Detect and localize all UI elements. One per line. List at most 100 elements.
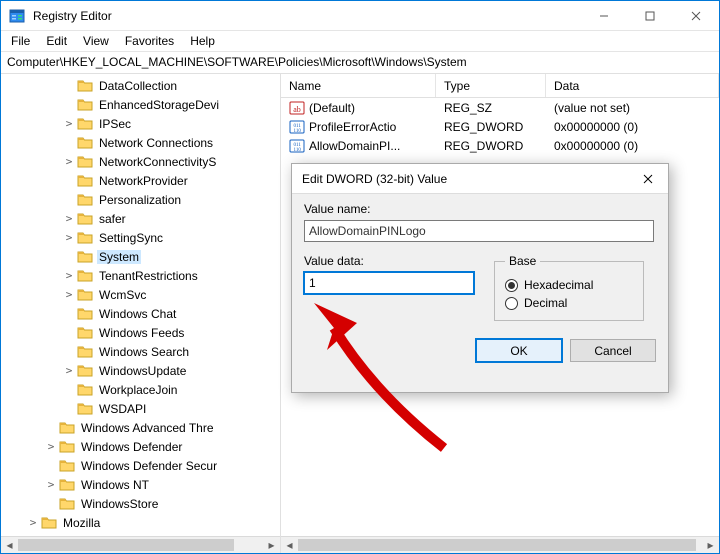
tree-node[interactable]: Network Connections [1, 133, 280, 152]
scroll-thumb[interactable] [298, 539, 696, 551]
value-row[interactable]: 011110ProfileErrorActioREG_DWORD0x000000… [281, 117, 719, 136]
tree-node-label: NetworkConnectivityS [97, 155, 218, 169]
tree-node[interactable]: WorkplaceJoin [1, 380, 280, 399]
scroll-left-button[interactable]: ◂ [1, 537, 18, 554]
dword-value-icon: 011110 [289, 138, 305, 154]
tree-node-label: Mozilla [61, 516, 102, 530]
ok-button[interactable]: OK [476, 339, 562, 362]
tree-node[interactable]: Windows Advanced Thre [1, 418, 280, 437]
value-name: ProfileErrorActio [309, 120, 396, 134]
menu-view[interactable]: View [75, 32, 117, 50]
tree-twisty-icon[interactable]: > [61, 288, 77, 301]
address-bar[interactable]: Computer\HKEY_LOCAL_MACHINE\SOFTWARE\Pol… [1, 52, 719, 74]
tree-twisty-icon[interactable]: > [43, 440, 59, 453]
tree-node[interactable]: EnhancedStorageDevi [1, 95, 280, 114]
dialog-title: Edit DWORD (32-bit) Value [302, 172, 628, 186]
folder-icon [77, 173, 93, 189]
tree-twisty-icon[interactable]: > [61, 155, 77, 168]
col-name[interactable]: Name [281, 74, 436, 97]
scroll-right-button[interactable]: ▸ [263, 537, 280, 554]
tree-node[interactable]: > safer [1, 209, 280, 228]
scroll-right-button[interactable]: ▸ [702, 537, 719, 554]
registry-tree[interactable]: DataCollectionEnhancedStorageDevi>IPSecN… [1, 76, 280, 553]
tree-node[interactable]: Personalization [1, 190, 280, 209]
dialog-titlebar[interactable]: Edit DWORD (32-bit) Value [292, 164, 668, 194]
tree-twisty-icon[interactable]: > [43, 478, 59, 491]
tree-node[interactable]: Windows Defender Secur [1, 456, 280, 475]
tree-node[interactable]: >Windows NT [1, 475, 280, 494]
tree-node[interactable]: WSDAPI [1, 399, 280, 418]
tree-node[interactable]: >WindowsUpdate [1, 361, 280, 380]
radio-icon [505, 279, 518, 292]
folder-icon [77, 154, 93, 170]
value-data: (value not set) [550, 101, 719, 115]
radio-decimal[interactable]: Decimal [505, 296, 633, 310]
menu-file[interactable]: File [3, 32, 38, 50]
tree-node[interactable]: > Mozilla [1, 513, 280, 532]
minimize-button[interactable] [581, 1, 627, 31]
tree-node-label: EnhancedStorageDevi [97, 98, 221, 112]
tree-twisty-icon[interactable]: > [61, 117, 77, 130]
list-header: Name Type Data [281, 74, 719, 98]
value-row[interactable]: 011110AllowDomainPI...REG_DWORD0x0000000… [281, 136, 719, 155]
value-name: (Default) [309, 101, 355, 115]
tree-node[interactable]: DataCollection [1, 76, 280, 95]
tree-twisty-icon[interactable]: > [61, 231, 77, 244]
tree-twisty-icon[interactable]: > [61, 212, 77, 225]
folder-icon [77, 249, 93, 265]
tree-node[interactable]: System [1, 247, 280, 266]
tree-node[interactable]: >WcmSvc [1, 285, 280, 304]
tree-node[interactable]: NetworkProvider [1, 171, 280, 190]
tree-node[interactable]: > NetworkConnectivityS [1, 152, 280, 171]
folder-icon [59, 496, 75, 512]
tree-node-label: safer [97, 212, 128, 226]
dialog-close-button[interactable] [628, 164, 668, 194]
tree-node[interactable]: Windows Chat [1, 304, 280, 323]
base-legend: Base [505, 254, 540, 268]
menu-help[interactable]: Help [182, 32, 223, 50]
radio-hex[interactable]: Hexadecimal [505, 278, 633, 292]
value-list[interactable]: ab(Default)REG_SZ(value not set) 011110 Pr… [281, 98, 719, 155]
tree-node[interactable]: > SettingSync [1, 228, 280, 247]
tree-node[interactable]: Windows Feeds [1, 323, 280, 342]
scroll-track[interactable] [18, 537, 263, 553]
value-name: AllowDomainPI... [309, 139, 400, 153]
cancel-button[interactable]: Cancel [570, 339, 656, 362]
scroll-left-button[interactable]: ◂ [281, 537, 298, 554]
edit-dword-dialog: Edit DWORD (32-bit) Value Value name: Va… [291, 163, 669, 393]
scroll-thumb[interactable] [18, 539, 234, 551]
tree-node[interactable]: > Windows Defender [1, 437, 280, 456]
tree-pane[interactable]: DataCollectionEnhancedStorageDevi>IPSecN… [1, 74, 281, 553]
menu-favorites[interactable]: Favorites [117, 32, 182, 50]
tree-node[interactable]: >TenantRestrictions [1, 266, 280, 285]
folder-icon [77, 382, 93, 398]
list-hscroll[interactable]: ◂ ▸ [281, 536, 719, 553]
maximize-button[interactable] [627, 1, 673, 31]
folder-icon [77, 116, 93, 132]
value-row[interactable]: ab(Default)REG_SZ(value not set) [281, 98, 719, 117]
title-bar: Registry Editor [1, 1, 719, 31]
folder-icon [77, 192, 93, 208]
svg-text:110: 110 [294, 148, 302, 153]
tree-node[interactable]: Windows Search [1, 342, 280, 361]
tree-node-label: Windows Defender [79, 440, 184, 454]
tree-node-label: SettingSync [97, 231, 165, 245]
value-data-field[interactable] [304, 272, 474, 294]
scroll-track[interactable] [298, 537, 702, 553]
tree-node-label: WSDAPI [97, 402, 148, 416]
close-button[interactable] [673, 1, 719, 31]
menu-edit[interactable]: Edit [38, 32, 75, 50]
col-data[interactable]: Data [546, 74, 719, 97]
tree-node[interactable]: WindowsStore [1, 494, 280, 513]
folder-icon [77, 268, 93, 284]
folder-icon [77, 344, 93, 360]
tree-hscroll[interactable]: ◂ ▸ [1, 536, 280, 553]
col-type[interactable]: Type [436, 74, 546, 97]
value-name-field[interactable] [304, 220, 654, 242]
svg-text:110: 110 [294, 129, 302, 134]
tree-twisty-icon[interactable]: > [25, 516, 41, 529]
tree-node[interactable]: >IPSec [1, 114, 280, 133]
value-data-label: Value data: [304, 254, 474, 268]
tree-twisty-icon[interactable]: > [61, 269, 77, 282]
tree-twisty-icon[interactable]: > [61, 364, 77, 377]
